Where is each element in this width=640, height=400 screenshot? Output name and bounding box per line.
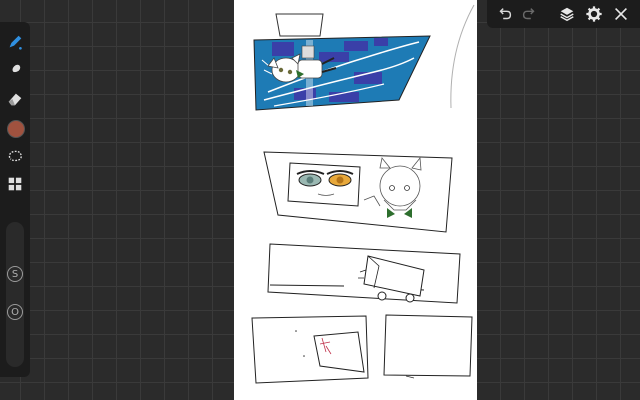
panel-1 bbox=[253, 35, 431, 111]
size-slider-knob[interactable]: S bbox=[7, 266, 23, 282]
redo-icon[interactable] bbox=[520, 5, 538, 23]
left-toolbar: S O bbox=[0, 22, 30, 377]
gear-icon[interactable] bbox=[585, 5, 603, 23]
smudge-icon[interactable] bbox=[5, 60, 25, 80]
panel-2 bbox=[263, 151, 453, 233]
close-icon[interactable] bbox=[612, 5, 630, 23]
top-toolbar bbox=[487, 0, 640, 28]
brush-slider-track[interactable] bbox=[6, 222, 24, 367]
layers-icon[interactable] bbox=[558, 5, 576, 23]
curve-stroke bbox=[450, 4, 475, 109]
color-swatch[interactable] bbox=[7, 120, 25, 138]
opacity-slider-knob[interactable]: O bbox=[7, 304, 23, 320]
speech-bubble bbox=[275, 13, 324, 37]
panel-3 bbox=[267, 243, 461, 304]
panel-4 bbox=[251, 315, 369, 384]
drawing-canvas[interactable] bbox=[234, 0, 477, 400]
lasso-icon[interactable] bbox=[5, 146, 25, 166]
panel-5 bbox=[383, 314, 473, 379]
undo-icon[interactable] bbox=[496, 5, 514, 23]
eraser-icon[interactable] bbox=[5, 89, 25, 109]
brush-icon[interactable] bbox=[5, 32, 25, 52]
opacity-slider-label: O bbox=[11, 306, 19, 318]
panels-icon[interactable] bbox=[5, 174, 25, 194]
comic-page-drawing bbox=[251, 4, 475, 384]
size-slider-label: S bbox=[11, 268, 19, 280]
